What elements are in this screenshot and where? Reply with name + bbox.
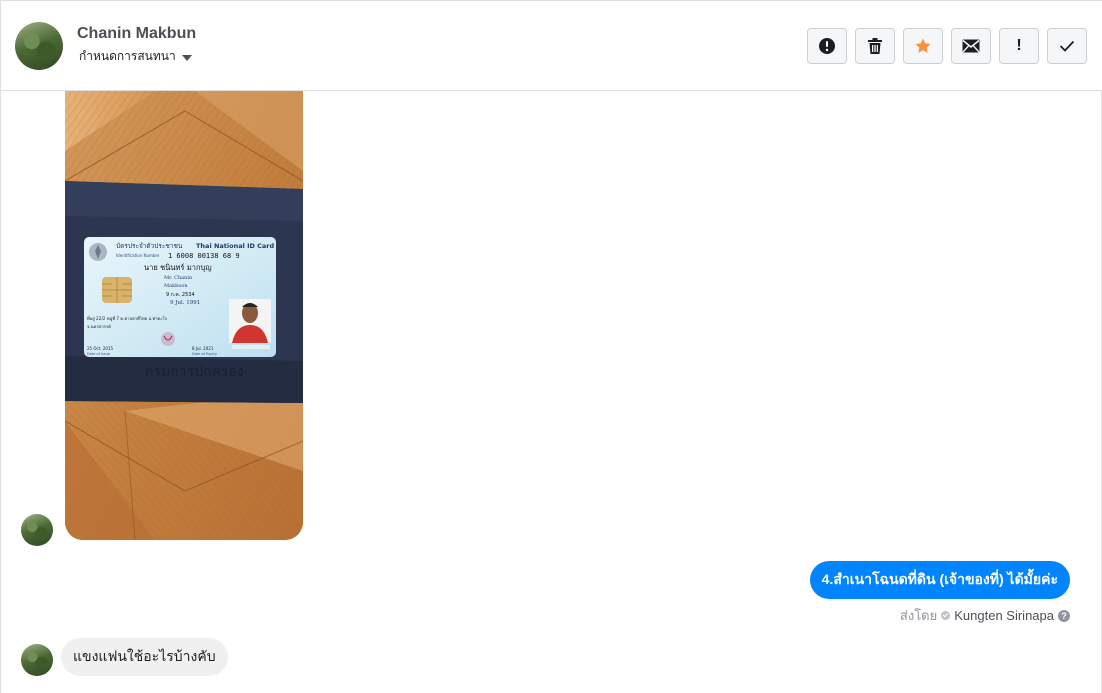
alert-circle-icon xyxy=(819,38,835,54)
card-title-en: Thai National ID Card xyxy=(196,242,275,250)
dob-th: 9 ก.ค. 2534 xyxy=(166,292,195,298)
issue-date: 25 Oct. 2015 xyxy=(87,346,113,351)
follow-up-button[interactable]: ! xyxy=(999,28,1039,64)
assign-conversation-label: กำหนดการสนทนา xyxy=(79,49,176,63)
sent-by-agent: Kungten Sirinapa xyxy=(954,608,1054,623)
conversation-header: Chanin Makbun กำหนดการสนทนา ! xyxy=(1,1,1102,91)
image-attachment[interactable]: กรมการปกครอง บัตรประจำตัวประชาชน Thai Na… xyxy=(65,91,303,540)
mark-unread-button[interactable] xyxy=(951,28,991,64)
trash-icon xyxy=(868,38,882,54)
id-card-photo: กรมการปกครอง บัตรประจำตัวประชาชน Thai Na… xyxy=(65,91,303,540)
contact-avatar[interactable] xyxy=(15,22,63,70)
issue-label: Date of Issue xyxy=(87,352,110,356)
expiry-date: 8 Jul. 2021 xyxy=(192,346,214,351)
name-en: Mr. Chanin xyxy=(164,275,193,281)
verified-check-icon xyxy=(941,611,951,620)
star-button[interactable] xyxy=(903,28,943,64)
mark-spam-button[interactable] xyxy=(807,28,847,64)
assign-conversation-dropdown[interactable]: กำหนดการสนทนา xyxy=(79,47,192,66)
conversation-panel: Chanin Makbun กำหนดการสนทนา ! กรมการปกคร… xyxy=(0,0,1102,693)
delete-button[interactable] xyxy=(855,28,895,64)
contact-name[interactable]: Chanin Makbun xyxy=(77,25,196,43)
star-icon xyxy=(915,38,931,53)
dob-en: 9 Jul. 1991 xyxy=(170,300,200,306)
mark-done-button[interactable] xyxy=(1047,28,1087,64)
address: ที่อยู่ 22/2 หมู่ที่ 7 ต.ตาลตาตีไทย อ.ท่… xyxy=(87,315,168,322)
header-toolbar: ! xyxy=(807,28,1087,64)
contact-avatar-small[interactable] xyxy=(21,514,53,546)
exclamation-icon: ! xyxy=(1016,37,1022,54)
id-number: 1 6008 00138 68 9 xyxy=(168,252,240,260)
sent-by-info: ส่งโดย Kungten Sirinapa ? xyxy=(900,605,1070,626)
outgoing-message[interactable]: 4.สำเนาโฉนดที่ดิน (เจ้าของที่) ได้มั้ยค่… xyxy=(809,561,1070,599)
expiry-label: Date of Expiry xyxy=(192,352,217,356)
name-th: นาย ชนินทร์ มากบุญ xyxy=(144,263,212,272)
caret-down-icon xyxy=(181,54,192,61)
incoming-message[interactable]: แขงแฟนใช้อะไรบ้างคับ xyxy=(61,638,228,676)
province: จ.นครสวรรค์ xyxy=(87,324,111,329)
envelope-icon xyxy=(962,39,980,53)
help-icon[interactable]: ? xyxy=(1058,609,1070,622)
id-caption: Identification Number xyxy=(116,253,160,258)
card-title-th: บัตรประจำตัวประชาชน xyxy=(116,242,183,250)
svg-text:กรมการปกครอง: กรมการปกครอง xyxy=(145,364,244,380)
last-name-en: Makboon xyxy=(164,283,188,289)
sent-by-label: ส่งโดย xyxy=(899,608,938,623)
contact-avatar-small[interactable] xyxy=(21,644,53,676)
check-icon xyxy=(1059,40,1075,52)
